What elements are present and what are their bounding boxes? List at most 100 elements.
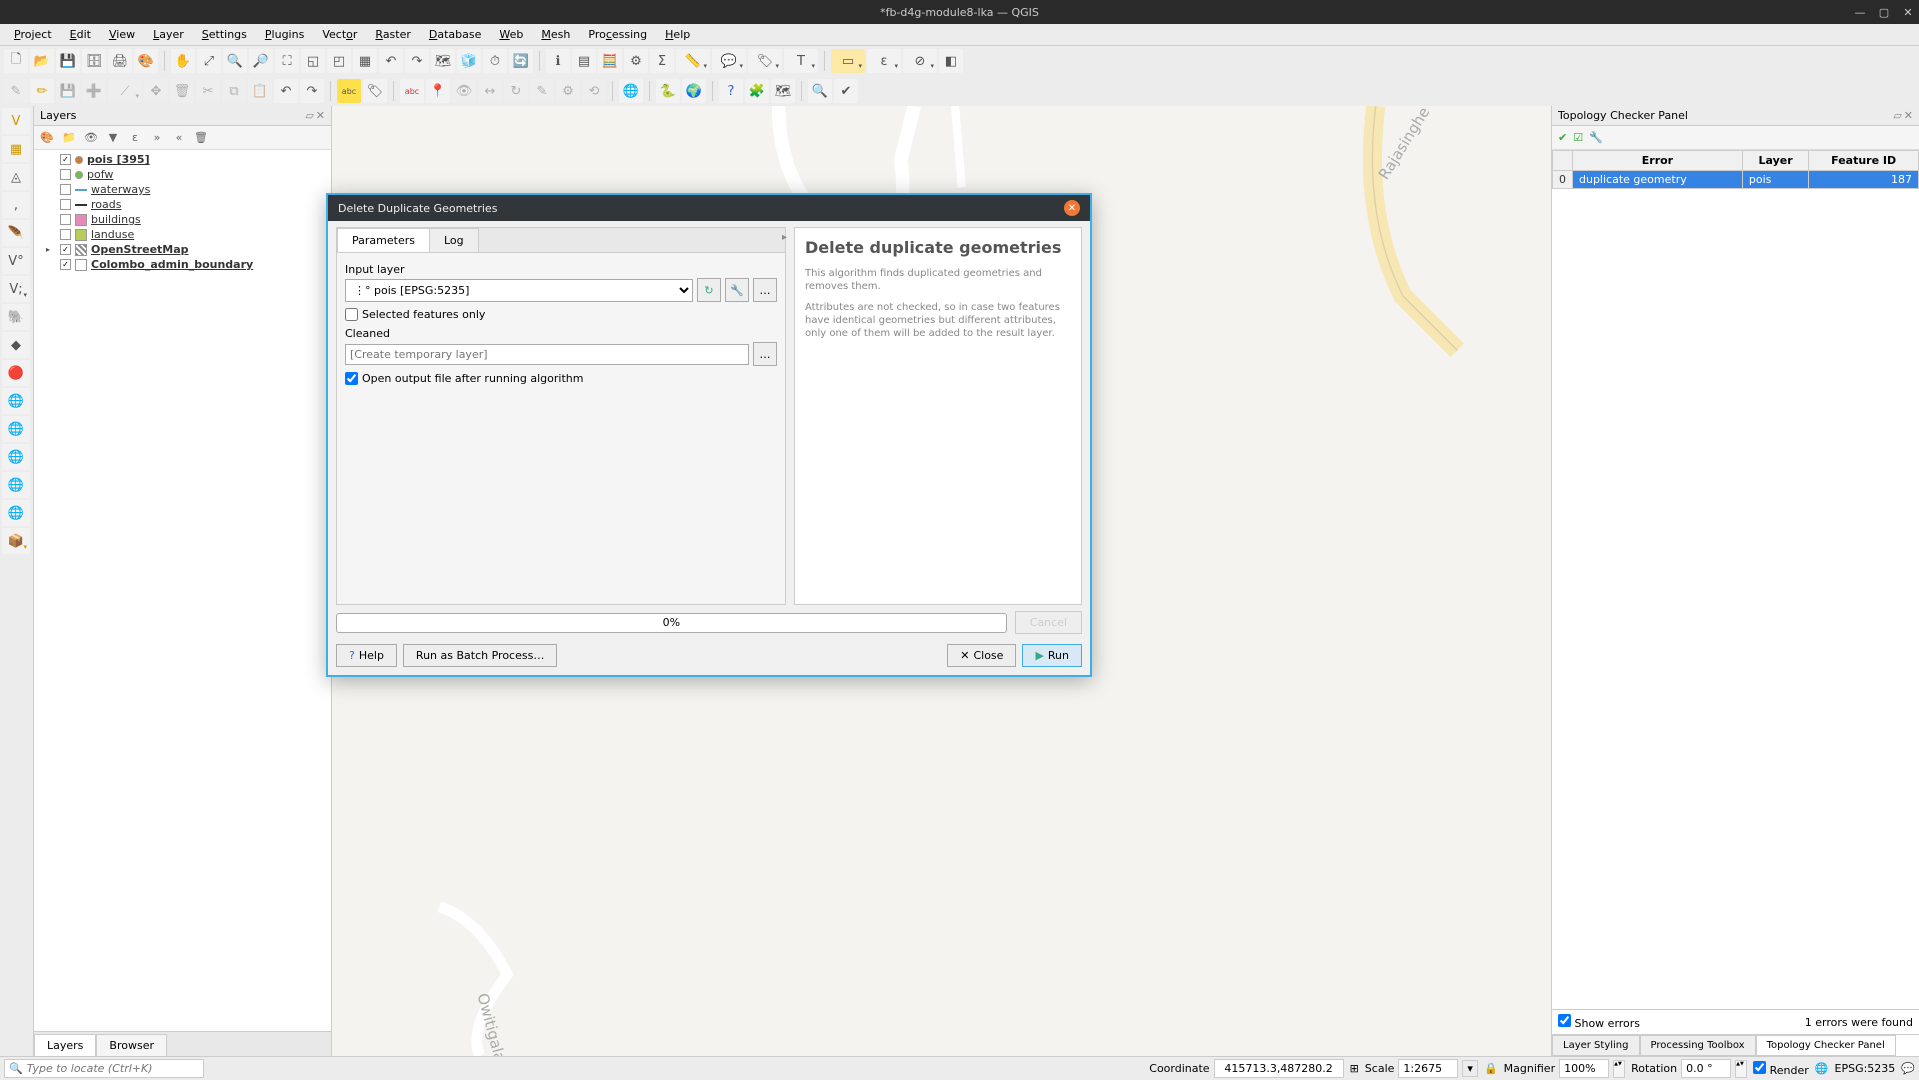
delete-selected-icon[interactable]: 🗑 [170,79,194,103]
locator-input[interactable] [27,1062,199,1075]
label-prop-icon[interactable]: ⚙ [556,79,580,103]
menu-view[interactable]: View [101,26,143,43]
add-wcs-icon[interactable]: 🌐 [2,416,30,442]
zoom-last-icon[interactable]: ↶ [379,49,403,73]
label-move-icon[interactable]: ↔ [478,79,502,103]
browser-icon[interactable]: 🌍 [682,79,706,103]
new-geopackage-icon[interactable]: 📦 [2,528,30,554]
col-layer[interactable]: Layer [1742,151,1808,171]
redo-icon[interactable]: ↷ [300,79,324,103]
browse-output-icon[interactable]: … [753,342,777,366]
stats-icon[interactable]: Σ [650,49,674,73]
select-features-icon[interactable]: ▭ [831,49,865,73]
pan-selection-icon[interactable]: ⤢ [197,49,221,73]
open-output-checkbox[interactable] [345,372,358,385]
select-all-icon[interactable]: ◧ [939,49,963,73]
measure-icon[interactable]: 📏 [676,49,710,73]
layer-expression-icon[interactable]: ε [126,129,144,147]
selected-only-checkbox[interactable] [345,308,358,321]
add-mssql-icon[interactable]: ◆ [2,332,30,358]
topology-validate-all-icon[interactable]: ✔ [1558,131,1567,144]
tab-log[interactable]: Log [429,228,479,252]
menu-edit[interactable]: Edit [62,26,99,43]
python-console-icon[interactable]: 🐍 [656,79,680,103]
show-errors-checkbox[interactable]: Show errors [1558,1014,1640,1030]
layer-style-icon[interactable]: 🎨 [38,129,56,147]
label-pin-icon[interactable]: 📍 [426,79,450,103]
maximize-button[interactable]: ▢ [1877,6,1891,19]
add-arcgis-icon[interactable]: 🌐 [2,500,30,526]
tab-layers[interactable]: Layers [34,1034,96,1056]
zoom-selection-icon[interactable]: ◱ [301,49,325,73]
menu-raster[interactable]: Raster [367,26,418,43]
menu-vector[interactable]: Vector [314,26,365,43]
add-mesh-icon[interactable]: ◬ [2,164,30,190]
tab-processing-toolbox[interactable]: Processing Toolbox [1640,1035,1756,1056]
add-wms-icon[interactable]: 🌐 [2,388,30,414]
search-icon[interactable]: 🔍 [808,79,832,103]
layer-filter-icon[interactable]: ▼ [104,129,122,147]
edit-pencil-icon[interactable]: ✏ [30,79,54,103]
close-button[interactable]: ✕Close [947,644,1016,667]
render-checkbox[interactable]: Render [1753,1061,1809,1077]
zoom-full-icon[interactable]: ⛶ [275,49,299,73]
label-reset-icon[interactable]: ⟲ [582,79,606,103]
layer-item[interactable]: ▸✓OpenStreetMap [36,242,329,257]
add-postgis-icon[interactable]: 🐘 [2,304,30,330]
zoom-in-icon[interactable]: 🔍 [223,49,247,73]
layer-remove-icon[interactable]: 🗑 [192,129,210,147]
add-xyz-icon[interactable]: 🌐 [2,472,30,498]
text-annotation-icon[interactable]: T [784,49,818,73]
save-edits-icon[interactable]: 💾 [56,79,80,103]
plugin2-icon[interactable]: 🗺 [771,79,795,103]
toolbox-icon[interactable]: ⚙ [624,49,648,73]
crs-icon[interactable]: 🌐 [1815,1062,1829,1075]
label-change-icon[interactable]: ✎ [530,79,554,103]
topology-configure-icon[interactable]: 🔧 [1589,131,1603,144]
label-diagram-icon[interactable]: 🏷 [363,79,387,103]
add-wfs-icon[interactable]: 🌐 [2,444,30,470]
label-hide-icon[interactable]: 👁 [452,79,476,103]
add-delimited-icon[interactable]: , [2,192,30,218]
save-project-icon[interactable]: 💾 [56,49,80,73]
layer-collapse-icon[interactable]: « [170,129,188,147]
locator-bar[interactable]: 🔍 [4,1059,204,1078]
coord-input[interactable] [1214,1059,1344,1078]
new-3d-view-icon[interactable]: 🧊 [457,49,481,73]
rot-input[interactable] [1681,1059,1731,1078]
identify-icon[interactable]: ℹ [546,49,570,73]
panel-close-icon[interactable]: ✕ [1904,109,1913,122]
zoom-layer-icon[interactable]: ◰ [327,49,351,73]
zoom-next-icon[interactable]: ↷ [405,49,429,73]
browse-input-icon[interactable]: … [753,278,777,302]
osm-download-icon[interactable]: 🌐 [619,79,643,103]
topology-icon[interactable]: ✔ [834,79,858,103]
menu-database[interactable]: Database [421,26,490,43]
paste-icon[interactable]: 📋 [248,79,272,103]
label-abc-icon[interactable]: abc [337,79,361,103]
menu-mesh[interactable]: Mesh [533,26,578,43]
add-spatialite-icon[interactable]: 🪶 [2,220,30,246]
attributes-table-icon[interactable]: ▤ [572,49,596,73]
table-row[interactable]: 0 duplicate geometry pois 187 [1553,171,1919,189]
minimize-button[interactable]: — [1853,6,1867,19]
mag-spinner[interactable]: ▲▼ [1613,1060,1625,1078]
run-button[interactable]: ▶Run [1022,644,1082,667]
layer-expand-icon[interactable]: » [148,129,166,147]
refresh-icon[interactable]: 🔄 [509,49,533,73]
tab-browser[interactable]: Browser [96,1034,167,1056]
tab-topology-checker[interactable]: Topology Checker Panel [1756,1035,1896,1056]
style-manager-icon[interactable]: 🎨 [134,49,158,73]
tab-layer-styling[interactable]: Layer Styling [1552,1035,1640,1056]
maptips-icon[interactable]: 💬 [712,49,746,73]
temporal-icon[interactable]: ⏱ [483,49,507,73]
layer-item[interactable]: pofw [36,167,329,182]
lock-icon[interactable]: 🔒 [1484,1062,1498,1075]
menu-plugins[interactable]: Plugins [257,26,312,43]
add-virtual-icon[interactable]: V° [2,248,30,274]
advanced-icon[interactable]: 🔧 [725,278,749,302]
new-project-icon[interactable]: 🗋 [4,49,28,73]
cleaned-output-input[interactable] [345,344,749,365]
panel-close-icon[interactable]: ✕ [316,109,325,122]
extent-icon[interactable]: ⊞ [1350,1062,1359,1075]
